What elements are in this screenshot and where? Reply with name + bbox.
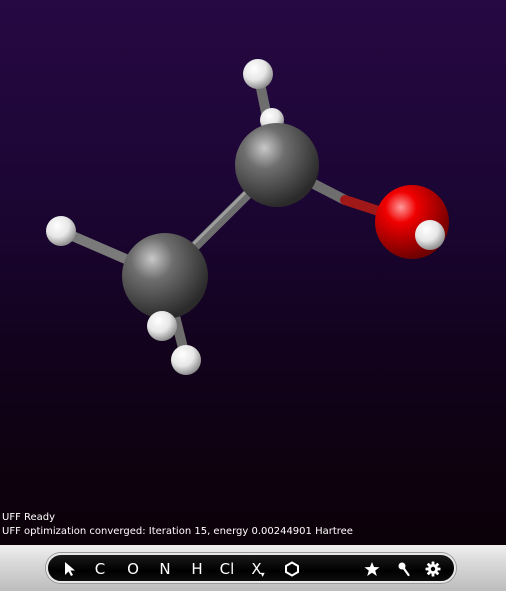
hydrogen-atom-h1[interactable]	[243, 59, 273, 89]
nitrogen-button[interactable]: N	[155, 558, 175, 580]
oxygen-atom[interactable]	[375, 185, 449, 259]
other-element-button[interactable]: X▾	[248, 558, 268, 580]
hydrogen-atom-h5[interactable]	[171, 345, 201, 375]
hydrogen-button[interactable]: H	[187, 558, 207, 580]
molecule-viewport[interactable]: UFF Ready UFF optimization converged: It…	[0, 0, 506, 545]
hydrogen-atom-h4[interactable]	[147, 311, 177, 341]
favorites-button[interactable]	[362, 558, 382, 580]
carbon-atom-c1[interactable]	[122, 233, 208, 319]
nitrogen-label: N	[159, 560, 171, 578]
clean-button[interactable]	[394, 558, 414, 580]
settings-button[interactable]	[423, 558, 443, 580]
gear-icon	[425, 561, 441, 577]
pin-icon	[398, 562, 410, 577]
status-line-optimization: UFF optimization converged: Iteration 15…	[2, 526, 353, 537]
chlorine-button[interactable]: Cl	[217, 558, 237, 580]
oxygen-label: O	[127, 560, 139, 578]
status-area: UFF Ready UFF optimization converged: It…	[2, 511, 353, 539]
bonds	[56, 69, 434, 365]
chlorine-label: Cl	[219, 560, 235, 578]
molecule-render[interactable]	[0, 0, 506, 545]
dropdown-triangle-icon: ▾	[260, 570, 265, 579]
tool-palette: C O N H Cl X▾	[46, 553, 456, 583]
carbon-atom-c2[interactable]	[235, 123, 319, 207]
pointer-arrow-icon	[65, 562, 75, 576]
star-icon	[364, 562, 380, 576]
select-tool-button[interactable]	[60, 558, 80, 580]
hydrogen-label: H	[191, 560, 203, 578]
oxygen-button[interactable]: O	[123, 558, 143, 580]
hydrogen-atom-h6[interactable]	[415, 220, 445, 250]
hydrogen-atom-h3[interactable]	[46, 216, 76, 246]
app-window: UFF Ready UFF optimization converged: It…	[0, 0, 506, 591]
carbon-label: C	[94, 560, 106, 578]
hexagon-icon	[285, 561, 299, 577]
status-line-ready: UFF Ready	[2, 512, 56, 523]
ring-button[interactable]	[282, 558, 302, 580]
carbon-button[interactable]: C	[90, 558, 110, 580]
